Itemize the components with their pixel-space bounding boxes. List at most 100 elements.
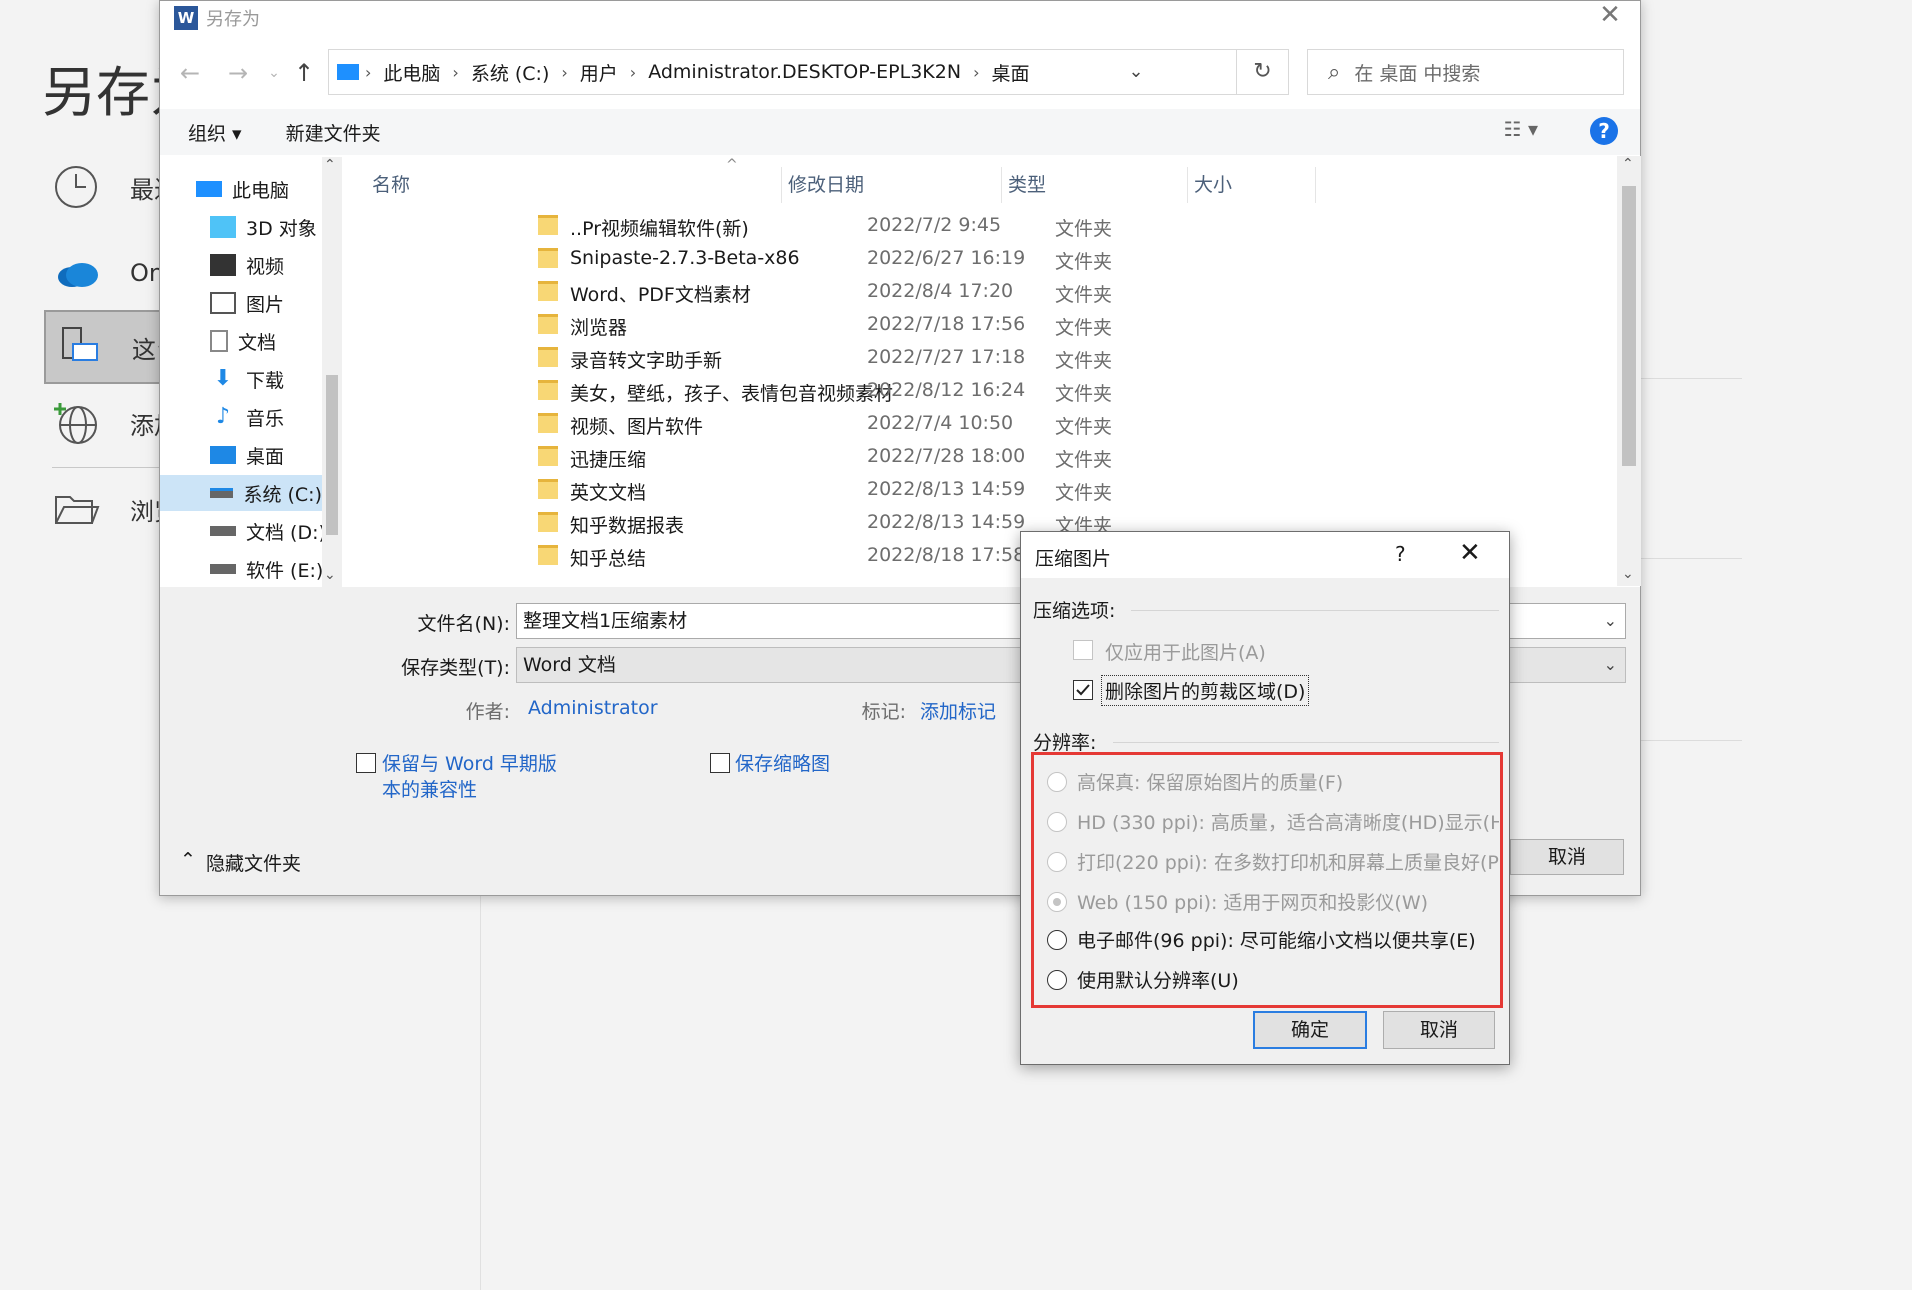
file-date: 2022/7/4 10:50: [867, 412, 1014, 434]
compatibility-label-line2[interactable]: 本的兼容性: [382, 775, 477, 802]
file-name: 知乎总结: [570, 548, 647, 570]
save-thumbnail-label[interactable]: 保存缩略图: [735, 749, 830, 776]
column-header-size[interactable]: 大小: [1188, 167, 1316, 203]
breadcrumb-item[interactable]: 系统 (C:): [471, 59, 550, 86]
close-icon[interactable]: ✕: [1459, 538, 1481, 568]
up-arrow-icon[interactable]: ↑: [286, 55, 322, 91]
only-this-picture-label: 仅应用于此图片(A): [1105, 642, 1266, 664]
folder-icon: [538, 512, 558, 532]
hide-folders-button[interactable]: 隐藏文件夹: [206, 849, 301, 876]
file-date: 2022/8/13 14:59: [867, 511, 1026, 533]
file-date: 2022/8/12 16:24: [867, 379, 1026, 401]
drive-c-icon: [210, 488, 234, 498]
file-row[interactable]: ..Pr视频编辑软件(新) 2022/7/2 9:45 文件夹: [526, 209, 1610, 242]
file-row[interactable]: Word、PDF文档素材 2022/8/4 17:20 文件夹: [526, 275, 1610, 308]
file-name: Word、PDF文档素材: [570, 284, 751, 306]
compress-pictures-dialog: 压缩图片 ? ✕ 压缩选项: 仅应用于此图片(A) 删除图片的剪裁区域(D) 分…: [1020, 531, 1510, 1065]
nav-item-label: 视频: [246, 255, 285, 278]
nav-item-label: 文档 (D:): [246, 521, 326, 544]
search-icon: ⌕: [1328, 59, 1341, 85]
backstage-divider: [52, 467, 162, 468]
search-input[interactable]: ⌕ 在 桌面 中搜索: [1307, 49, 1624, 95]
chevron-down-icon[interactable]: ⌄: [1622, 566, 1634, 582]
add-tags-link[interactable]: 添加标记: [920, 697, 996, 724]
chevron-down-icon[interactable]: ⌄: [1604, 604, 1617, 638]
folder-icon: [538, 347, 558, 367]
this-pc-icon: [46, 315, 110, 379]
file-row[interactable]: 英文文档 2022/8/13 14:59 文件夹: [526, 473, 1610, 506]
clock-icon: [44, 155, 108, 219]
file-date: 2022/6/27 16:19: [867, 247, 1026, 269]
close-icon[interactable]: ✕: [1590, 1, 1630, 31]
chevron-down-icon[interactable]: ⌄: [324, 567, 336, 583]
column-header-date[interactable]: 修改日期: [782, 167, 1002, 203]
thumbnail-checkbox[interactable]: [710, 753, 730, 773]
pc-icon: [337, 64, 359, 80]
file-name: 英文文档: [570, 482, 647, 504]
file-row[interactable]: Snipaste-2.7.3-Beta-x86 2022/6/27 16:19 文件…: [526, 242, 1610, 275]
new-folder-button[interactable]: 新建文件夹: [286, 119, 381, 146]
breadcrumb-item[interactable]: 桌面: [991, 59, 1029, 86]
chevron-down-icon[interactable]: ⌄: [1604, 648, 1617, 682]
file-row[interactable]: 美女，壁纸，孩子、表情包音视频素材 2022/8/12 16:24 文件夹: [526, 374, 1610, 407]
chevron-up-icon[interactable]: ⌃: [180, 849, 196, 871]
organize-button[interactable]: 组织 ▾: [188, 119, 242, 146]
column-header-type[interactable]: 类型: [1002, 167, 1188, 203]
checkmark-icon: [1076, 684, 1090, 696]
address-bar[interactable]: › 此电脑 › 系统 (C:) › 用户 › Administrator.DES…: [328, 49, 1237, 95]
search-placeholder: 在 桌面 中搜索: [1354, 62, 1481, 85]
folder-icon: [538, 281, 558, 301]
nav-item-this-pc[interactable]: 此电脑: [196, 171, 342, 207]
file-row[interactable]: 录音转文字助手新 2022/7/27 17:18 文件夹: [526, 341, 1610, 374]
pictures-icon: [210, 292, 236, 314]
filename-value: 整理文档1压缩素材: [523, 610, 688, 632]
breadcrumb-item[interactable]: Administrator.DESKTOP-EPL3K2N: [648, 61, 961, 83]
file-list-scrollbar[interactable]: ⌃ ⌄: [1617, 156, 1641, 586]
refresh-icon[interactable]: ↻: [1237, 49, 1289, 95]
help-icon[interactable]: ?: [1395, 542, 1406, 566]
view-options-icon[interactable]: ☷ ▾: [1504, 117, 1538, 141]
author-value[interactable]: Administrator: [528, 697, 658, 719]
chevron-down-icon[interactable]: ⌄: [1116, 50, 1156, 94]
file-date: 2022/8/4 17:20: [867, 280, 1014, 302]
only-this-picture-checkbox[interactable]: [1073, 640, 1093, 660]
file-row[interactable]: 浏览器 2022/7/18 17:56 文件夹: [526, 308, 1610, 341]
file-date: 2022/8/13 14:59: [867, 478, 1026, 500]
chevron-up-icon[interactable]: ⌃: [1622, 156, 1634, 172]
column-header-name[interactable]: 名称: [366, 167, 782, 203]
folder-icon: [538, 248, 558, 268]
file-date: 2022/8/18 17:58: [867, 544, 1026, 566]
chevron-right-icon: ›: [561, 62, 568, 82]
file-row[interactable]: 迅捷压缩 2022/7/28 18:00 文件夹: [526, 440, 1610, 473]
breadcrumb-item[interactable]: 用户: [580, 59, 618, 86]
folder-icon: [538, 380, 558, 400]
file-row[interactable]: 视频、图片软件 2022/7/4 10:50 文件夹: [526, 407, 1610, 440]
forward-arrow-icon[interactable]: →: [220, 55, 256, 91]
cancel-button[interactable]: 取消: [1383, 1011, 1495, 1049]
folder-icon: [538, 545, 558, 565]
file-date: 2022/7/28 18:00: [867, 445, 1026, 467]
back-arrow-icon[interactable]: ←: [172, 55, 208, 91]
chevron-up-icon[interactable]: ⌃: [324, 157, 336, 173]
desktop-icon: [210, 446, 236, 464]
nav-item-drive-c[interactable]: 系统 (C:): [160, 475, 322, 511]
scrollbar-thumb[interactable]: [326, 375, 338, 535]
help-icon[interactable]: ?: [1590, 117, 1618, 145]
ok-button[interactable]: 确定: [1253, 1011, 1367, 1049]
scrollbar-thumb[interactable]: [1622, 186, 1636, 466]
dialog-titlebar: 压缩图片 ? ✕: [1021, 532, 1509, 578]
cancel-button[interactable]: 取消: [1510, 839, 1624, 875]
nav-pane-scrollbar[interactable]: ⌃ ⌄: [322, 157, 342, 587]
folder-icon: [538, 446, 558, 466]
compatibility-label-line1[interactable]: 保留与 Word 早期版: [382, 749, 557, 776]
file-type: 文件夹: [1055, 284, 1113, 306]
delete-crop-checkbox[interactable]: [1073, 680, 1093, 700]
file-date: 2022/7/18 17:56: [867, 313, 1026, 335]
compatibility-checkbox[interactable]: [356, 753, 376, 773]
file-type: 文件夹: [1055, 449, 1113, 471]
breadcrumb-item[interactable]: 此电脑: [383, 59, 440, 86]
dialog-title: 压缩图片: [1035, 548, 1112, 570]
music-icon: ♪: [215, 404, 231, 429]
file-name: 迅捷压缩: [570, 449, 647, 471]
file-type: 文件夹: [1055, 317, 1113, 339]
